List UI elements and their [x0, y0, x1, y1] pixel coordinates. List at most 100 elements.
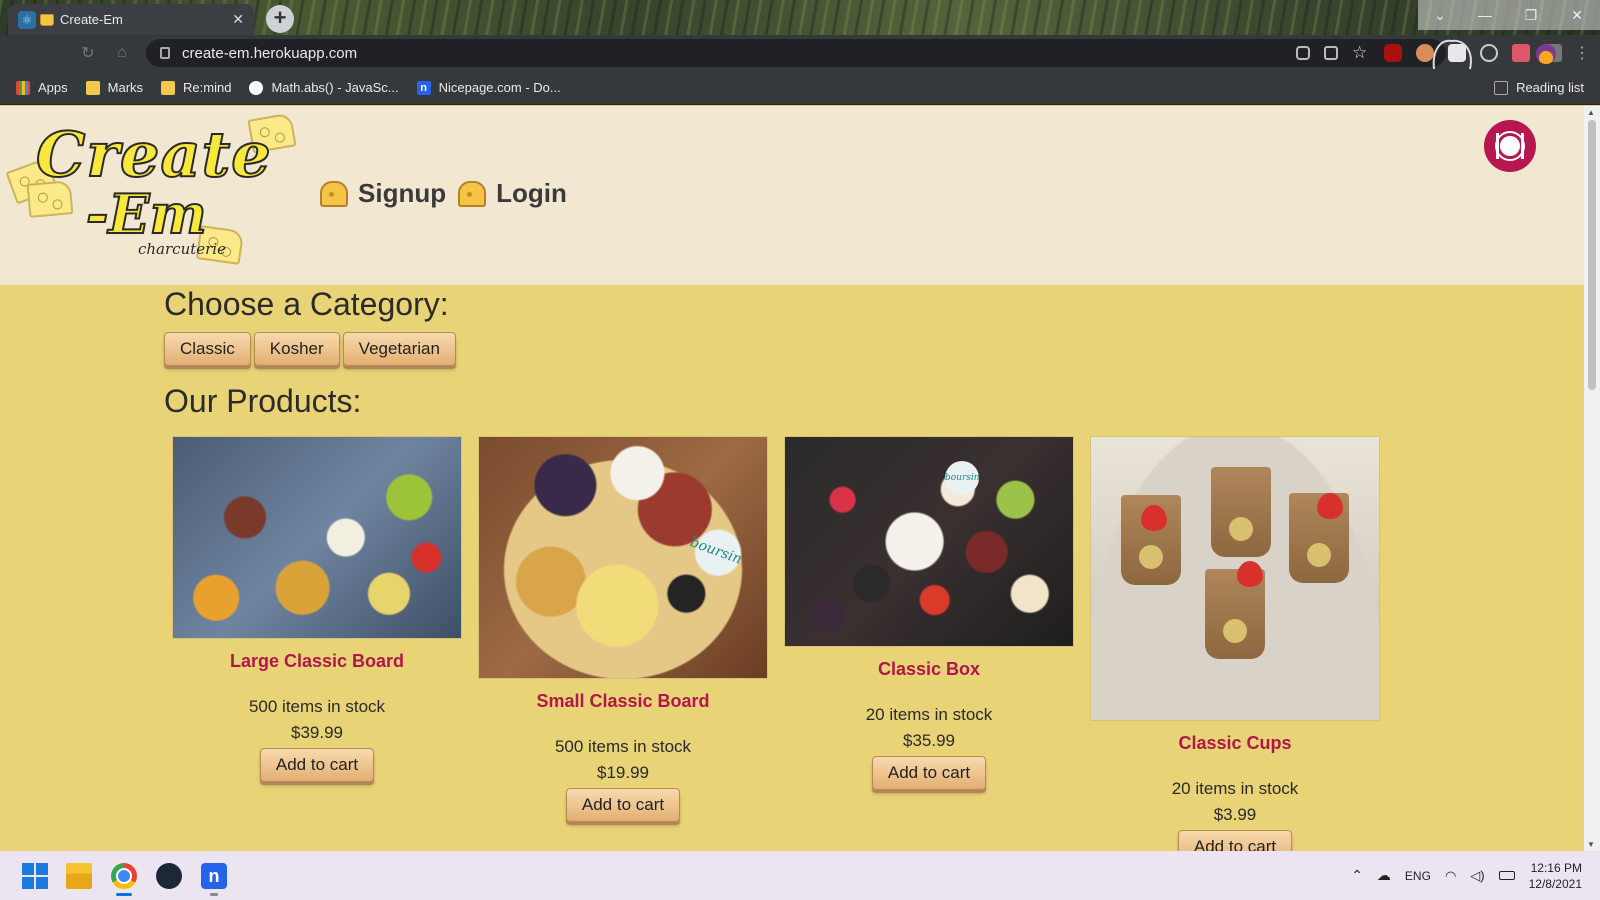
- reading-list-label: Reading list: [1516, 80, 1584, 95]
- product-name[interactable]: Small Classic Board: [478, 691, 768, 712]
- product-name[interactable]: Classic Box: [784, 659, 1074, 680]
- extension-video-icon[interactable]: [1512, 44, 1530, 62]
- product-card: Large Classic Board 500 items in stock $…: [172, 436, 462, 782]
- product-image-classic-box[interactable]: boursin: [784, 436, 1074, 647]
- create-em-logo[interactable]: Create -Em charcuterie: [5, 112, 310, 276]
- product-card: boursin Small Classic Board 500 items in…: [478, 436, 768, 822]
- bookmarks-bar: Apps Marks Re:mind Math.abs() - JavaSc..…: [0, 71, 1600, 105]
- add-to-cart-button[interactable]: Add to cart: [1177, 830, 1293, 851]
- product-card: boursin Classic Box 20 items in stock $3…: [784, 436, 1074, 790]
- signup-label: Signup: [358, 178, 447, 208]
- nicepage-app-icon[interactable]: n: [201, 863, 227, 889]
- clock-time: 12:16 PM: [1530, 860, 1582, 875]
- page-scrollbar[interactable]: ▲ ▼: [1584, 106, 1600, 851]
- lock-icon[interactable]: [160, 47, 170, 59]
- logo-line2: -Em: [85, 181, 208, 247]
- close-tab-icon[interactable]: ✕: [232, 11, 244, 28]
- bookmark-remind[interactable]: Re:mind: [161, 80, 231, 95]
- scroll-up-arrow-icon[interactable]: ▲: [1587, 108, 1595, 117]
- system-tray: ⌃ ☁ ENG ◠ ◁) 12:16 PM 12/8/2021: [1351, 851, 1600, 900]
- cart-plate-button[interactable]: [1484, 120, 1536, 172]
- restore-button[interactable]: ❐: [1508, 0, 1554, 30]
- address-bar[interactable]: create-em.herokuapp.com: [146, 39, 1446, 67]
- install-app-icon[interactable]: [1296, 46, 1310, 60]
- steam-icon[interactable]: [156, 863, 182, 889]
- site-nav: Signup Login: [320, 178, 569, 209]
- profile-avatar[interactable]: [1536, 44, 1556, 64]
- ublock-icon[interactable]: [1384, 44, 1402, 62]
- browser-tab-create-em[interactable]: ⚛ Create-Em ✕: [8, 4, 254, 35]
- share-icon[interactable]: [1324, 46, 1338, 60]
- bookmark-nicepage[interactable]: n Nicepage.com - Do...: [416, 80, 561, 95]
- reload-icon[interactable]: ↻: [74, 43, 102, 63]
- product-image-large-classic-board[interactable]: [172, 436, 462, 639]
- category-kosher-button[interactable]: Kosher: [253, 332, 340, 366]
- mdn-icon: [249, 80, 264, 95]
- browser-menu-icon[interactable]: ⋮: [1574, 43, 1590, 63]
- react-icon: ⚛: [18, 10, 36, 29]
- category-vegetarian-button[interactable]: Vegetarian: [342, 332, 456, 366]
- fork-icon: [1496, 133, 1499, 159]
- tab-search-dropdown-icon[interactable]: ⌄: [1418, 0, 1462, 30]
- bookmark-label: Re:mind: [183, 80, 232, 95]
- onedrive-cloud-icon[interactable]: ☁: [1377, 867, 1391, 884]
- new-tab-button[interactable]: +: [266, 5, 294, 33]
- add-to-cart-button[interactable]: Add to cart: [565, 788, 681, 822]
- running-app-indicator: [210, 893, 218, 896]
- add-to-cart-button[interactable]: Add to cart: [871, 756, 987, 790]
- battery-icon[interactable]: [1498, 871, 1515, 880]
- page-viewport: Create -Em charcuterie Signup Login Choo…: [0, 106, 1584, 851]
- system-clock[interactable]: 12:16 PM 12/8/2021: [1529, 860, 1582, 892]
- scrollbar-thumb[interactable]: [1588, 120, 1596, 390]
- login-link[interactable]: Login: [458, 178, 567, 209]
- home-icon[interactable]: ⌂: [108, 44, 136, 62]
- browser-titlebar: ⚛ Create-Em ✕ + ⌄ — ❐ ✕: [0, 0, 1600, 35]
- bookmark-label: Apps: [38, 80, 68, 95]
- extension-target-icon[interactable]: [1480, 44, 1498, 62]
- language-indicator[interactable]: ENG: [1405, 869, 1431, 883]
- show-hidden-icons-chevron-icon[interactable]: ⌃: [1351, 867, 1363, 884]
- product-price: $39.99: [291, 723, 343, 742]
- file-explorer-icon[interactable]: [66, 863, 92, 889]
- minimize-button[interactable]: —: [1462, 0, 1508, 30]
- scroll-down-arrow-icon[interactable]: ▼: [1587, 840, 1595, 849]
- bookmark-star-icon[interactable]: ☆: [1352, 44, 1370, 62]
- boursin-label: boursin: [945, 461, 980, 495]
- product-name[interactable]: Large Classic Board: [172, 651, 462, 672]
- wifi-icon[interactable]: ◠: [1445, 868, 1456, 884]
- strawberry-decoration: [1317, 493, 1343, 519]
- product-stock: 500 items in stock: [554, 737, 692, 756]
- product-stock: 500 items in stock: [248, 697, 386, 716]
- folder-icon: [161, 80, 176, 95]
- product-image-small-classic-board[interactable]: boursin: [478, 436, 768, 679]
- logo-subtitle: charcuterie: [138, 240, 226, 258]
- volume-icon[interactable]: ◁): [1470, 868, 1484, 884]
- add-to-cart-button[interactable]: Add to cart: [259, 748, 375, 782]
- signup-link[interactable]: Signup: [320, 178, 446, 209]
- windows-taskbar: n ⌃ ☁ ENG ◠ ◁) 12:16 PM 12/8/2021: [0, 851, 1600, 900]
- bookmark-apps[interactable]: Apps: [16, 80, 68, 95]
- cheese-icon: [320, 180, 348, 207]
- windows-start-icon[interactable]: [22, 863, 48, 889]
- boursin-label: boursin: [687, 534, 744, 568]
- product-stock: 20 items in stock: [865, 705, 993, 724]
- bookmark-label: Marks: [107, 80, 144, 95]
- category-classic-button[interactable]: Classic: [164, 332, 251, 366]
- active-app-indicator: [116, 893, 132, 896]
- bookmark-marks[interactable]: Marks: [85, 80, 144, 95]
- bookmark-math-abs[interactable]: Math.abs() - JavaSc...: [249, 80, 399, 95]
- product-name[interactable]: Classic Cups: [1090, 733, 1380, 754]
- product-price: $3.99: [1213, 805, 1257, 824]
- products-heading: Our Products:: [164, 383, 362, 419]
- reading-list-button[interactable]: Reading list: [1494, 80, 1584, 95]
- close-window-button[interactable]: ✕: [1554, 0, 1600, 30]
- plate-icon: [1497, 133, 1523, 159]
- cheese-icon: [458, 180, 487, 207]
- product-image-classic-cups[interactable]: [1090, 436, 1380, 721]
- chrome-icon[interactable]: [111, 863, 137, 889]
- strawberry-decoration: [1237, 561, 1263, 587]
- login-label: Login: [496, 178, 567, 208]
- tab-title: Create-Em: [60, 12, 123, 27]
- window-controls: ⌄ — ❐ ✕: [1418, 0, 1600, 30]
- url-text: create-em.herokuapp.com: [182, 44, 358, 62]
